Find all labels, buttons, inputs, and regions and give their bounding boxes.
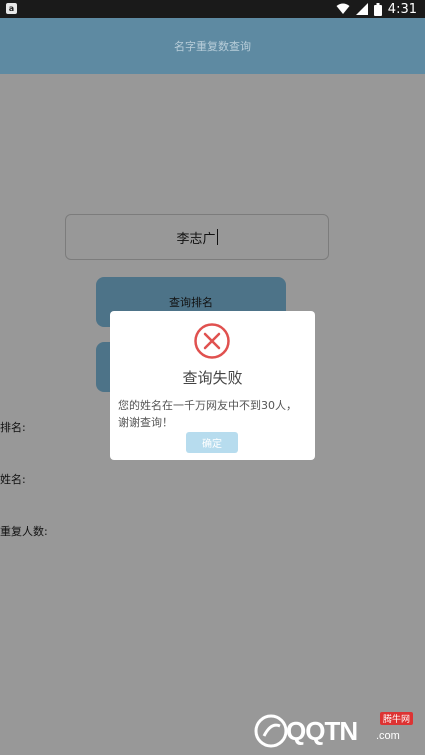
watermark-brand: QQTN: [286, 716, 358, 746]
duplicates-label: 重复人数:: [0, 525, 48, 538]
app-bar: 名字重复数查询: [0, 18, 425, 74]
dialog-message: 您的姓名在一千万网友中不到30人，谢谢查询！: [118, 399, 297, 429]
error-x-icon: [194, 323, 230, 359]
page-title: 名字重复数查询: [174, 40, 251, 53]
signal-icon: [355, 3, 368, 15]
status-time: 4:31: [387, 1, 417, 17]
wifi-icon: [336, 3, 350, 14]
watermark-domain: .com: [376, 730, 400, 742]
name-input-value: 李志广: [176, 231, 216, 247]
status-bar: a 4:31: [0, 0, 425, 18]
qqtn-logo-icon: [254, 714, 288, 748]
qqtn-watermark: QQTN .com 腾牛网: [250, 708, 420, 752]
name-label: 姓名:: [0, 473, 26, 486]
battery-icon: [373, 2, 382, 16]
watermark-tag: 腾牛网: [380, 712, 414, 725]
rank-label: 排名:: [0, 421, 26, 434]
text-cursor: [216, 229, 218, 245]
dialog-title: 查询失败: [182, 369, 243, 387]
notification-icon: a: [6, 3, 17, 14]
name-input[interactable]: 李志广: [65, 214, 329, 260]
confirm-button[interactable]: 确定: [186, 432, 238, 453]
status-icons: 4:31: [336, 1, 417, 17]
error-dialog: 查询失败 您的姓名在一千万网友中不到30人，谢谢查询！ 确定: [110, 311, 315, 460]
